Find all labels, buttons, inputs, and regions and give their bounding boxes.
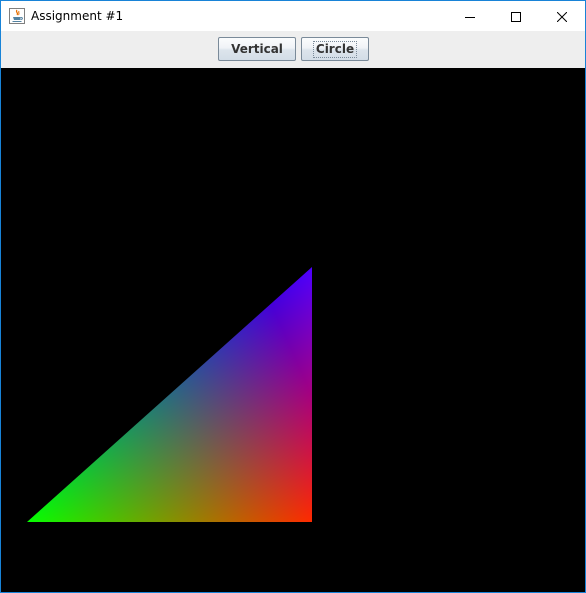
circle-button-label: Circle [312, 40, 358, 58]
close-button[interactable] [539, 1, 585, 31]
maximize-icon [511, 7, 521, 26]
vertical-button[interactable]: Vertical [218, 37, 296, 61]
java-icon [9, 8, 25, 24]
window-title: Assignment #1 [31, 9, 124, 23]
drawing-canvas[interactable] [1, 68, 585, 592]
title-bar[interactable]: Assignment #1 [1, 1, 585, 31]
vertical-button-label: Vertical [231, 42, 283, 56]
minimize-icon [465, 7, 475, 26]
circle-button[interactable]: Circle [301, 37, 369, 61]
canvas-svg [27, 267, 312, 522]
application-window: Assignment #1 Vertical Circle [0, 0, 586, 593]
toolbar: Vertical Circle [1, 31, 585, 68]
close-icon [556, 7, 568, 26]
maximize-button[interactable] [493, 1, 539, 31]
gradient-triangle [27, 267, 312, 522]
minimize-button[interactable] [447, 1, 493, 31]
